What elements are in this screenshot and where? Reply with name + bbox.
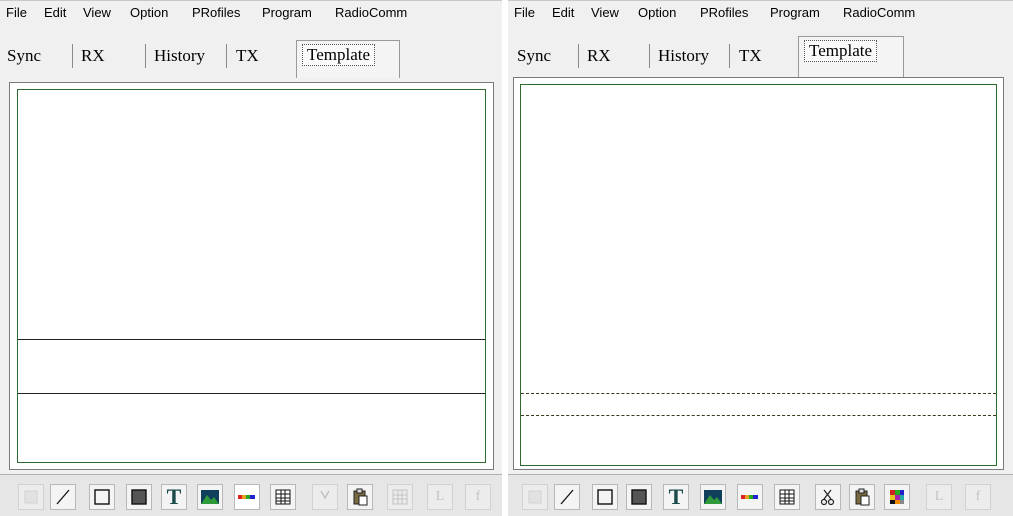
tab-divider: [729, 44, 730, 68]
l-tool[interactable]: L: [926, 484, 952, 510]
menu-program[interactable]: Program: [262, 5, 312, 20]
template-region-divider[interactable]: [18, 339, 485, 340]
tab-history[interactable]: History: [658, 46, 709, 66]
color-grid-tool[interactable]: [387, 484, 413, 510]
eraser-tool-icon: [24, 490, 38, 504]
image-tool[interactable]: [197, 484, 223, 510]
tab-template[interactable]: Template: [302, 44, 376, 66]
template-region-divider[interactable]: [521, 393, 996, 394]
filled-rectangle-tool[interactable]: [626, 484, 652, 510]
rectangle-tool-icon: [597, 489, 613, 505]
menu-option[interactable]: Option: [638, 5, 676, 20]
menu-view[interactable]: View: [83, 5, 111, 20]
text-tool[interactable]: T: [663, 484, 689, 510]
menu-program[interactable]: Program: [770, 5, 820, 20]
cut-tool-icon: [320, 490, 330, 500]
text-tool-icon: T: [668, 484, 684, 509]
image-tool-icon: [704, 490, 722, 504]
menu-view[interactable]: View: [591, 5, 619, 20]
menu-edit[interactable]: Edit: [552, 5, 574, 20]
tab-rx[interactable]: RX: [587, 46, 611, 66]
tab-rx[interactable]: RX: [81, 46, 105, 66]
tab-tx[interactable]: TX: [739, 46, 762, 66]
f-tool-label: f: [975, 489, 981, 504]
cut-tool[interactable]: [815, 484, 841, 510]
cut-tool[interactable]: [312, 484, 338, 510]
menu-edit[interactable]: Edit: [44, 5, 66, 20]
filled-rectangle-tool[interactable]: [126, 484, 152, 510]
menu-file[interactable]: File: [514, 5, 535, 20]
color-grid-tool[interactable]: [884, 484, 910, 510]
filled-rectangle-tool-icon: [131, 489, 147, 505]
menu-file[interactable]: File: [6, 5, 27, 20]
menu-profiles[interactable]: PRofiles: [700, 5, 748, 20]
text-tool[interactable]: T: [161, 484, 187, 510]
tab-divider: [72, 44, 73, 68]
grid-tool-icon: [779, 489, 795, 505]
eraser-tool[interactable]: [522, 484, 548, 510]
line-tool-icon: [56, 489, 70, 505]
menu-profiles[interactable]: PRofiles: [192, 5, 240, 20]
template-region-divider[interactable]: [521, 415, 996, 416]
f-tool[interactable]: f: [465, 484, 491, 510]
tab-divider: [649, 44, 650, 68]
tab-tx[interactable]: TX: [236, 46, 259, 66]
menu-radiocomm[interactable]: RadioComm: [335, 5, 407, 20]
color-bar-tool[interactable]: [234, 484, 260, 510]
image-tool-icon: [201, 490, 219, 504]
line-tool-icon: [560, 489, 574, 505]
menu-option[interactable]: Option: [130, 5, 168, 20]
f-tool-label: f: [475, 489, 481, 504]
paste-tool[interactable]: [347, 484, 373, 510]
tab-divider: [145, 44, 146, 68]
template-canvas-frame: [9, 82, 494, 470]
template-canvas-frame: [513, 77, 1004, 470]
cut-tool-icon: [820, 489, 835, 506]
l-tool-label: L: [934, 489, 944, 504]
color-bar-tool[interactable]: [737, 484, 763, 510]
rectangle-tool-icon: [94, 489, 110, 505]
template-canvas[interactable]: [17, 89, 486, 463]
image-tool[interactable]: [700, 484, 726, 510]
tab-history[interactable]: History: [154, 46, 205, 66]
tab-sync[interactable]: Sync: [7, 46, 41, 66]
tab-divider: [226, 44, 227, 68]
line-tool[interactable]: [554, 484, 580, 510]
f-tool[interactable]: f: [965, 484, 991, 510]
tab-template[interactable]: Template: [804, 40, 878, 62]
menu-radiocomm[interactable]: RadioComm: [843, 5, 915, 20]
grid-tool[interactable]: [270, 484, 296, 510]
paste-tool-icon: [353, 488, 368, 506]
paste-tool[interactable]: [849, 484, 875, 510]
tab-bar: Sync RX History TX Template: [0, 26, 502, 78]
rectangle-tool[interactable]: [89, 484, 115, 510]
text-tool-icon: T: [166, 484, 182, 509]
drawing-toolbar: T L f: [0, 474, 502, 516]
grid-tool-icon: [275, 489, 291, 505]
filled-rectangle-tool-icon: [631, 489, 647, 505]
color-grid-tool-icon: [392, 489, 408, 505]
template-editor-left-pane: File Edit View Option PRofiles Program R…: [0, 0, 502, 516]
eraser-tool[interactable]: [18, 484, 44, 510]
color-bar-tool-icon: [238, 495, 255, 499]
drawing-toolbar: T L f: [508, 474, 1013, 516]
color-bar-tool-icon: [741, 495, 758, 499]
eraser-tool-icon: [528, 490, 542, 504]
rectangle-tool[interactable]: [592, 484, 618, 510]
l-tool[interactable]: L: [427, 484, 453, 510]
tab-sync[interactable]: Sync: [517, 46, 551, 66]
grid-tool[interactable]: [774, 484, 800, 510]
color-grid-tool-icon: [890, 490, 904, 504]
l-tool-label: L: [435, 489, 445, 504]
line-tool[interactable]: [50, 484, 76, 510]
menu-bar: File Edit View Option PRofiles Program R…: [508, 0, 1013, 26]
template-canvas[interactable]: [520, 84, 997, 466]
template-region-divider[interactable]: [18, 393, 485, 394]
tab-bar: Sync RX History TX Template: [508, 26, 1013, 78]
template-editor-right-pane: File Edit View Option PRofiles Program R…: [508, 0, 1013, 516]
tab-divider: [578, 44, 579, 68]
menu-bar: File Edit View Option PRofiles Program R…: [0, 0, 502, 26]
paste-tool-icon: [855, 488, 870, 506]
